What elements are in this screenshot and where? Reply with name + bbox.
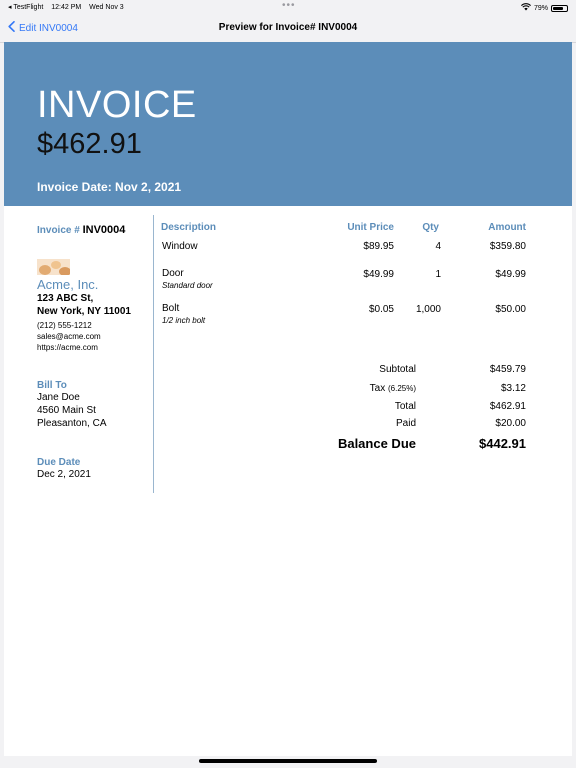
balance-due-value: $442.91 bbox=[479, 436, 526, 451]
item-unit-price: $0.05 bbox=[368, 304, 394, 315]
status-left: ◂ TestFlight 12:42 PM Wed Nov 3 bbox=[8, 3, 130, 11]
balance-due-label: Balance Due bbox=[337, 436, 416, 451]
navigation-bar: Edit INV0004 Preview for Invoice# INV000… bbox=[0, 14, 576, 43]
tax-label-group: Tax (6.25%) bbox=[370, 383, 416, 394]
header-amount: Amount bbox=[488, 222, 526, 233]
item-description: Door bbox=[162, 268, 184, 279]
company-email: sales@acme.com bbox=[37, 332, 101, 341]
item-amount: $359.80 bbox=[489, 241, 526, 252]
subtotal-label: Subtotal bbox=[379, 364, 416, 375]
tax-label: Tax bbox=[369, 383, 386, 394]
page-title: Preview for Invoice# INV0004 bbox=[218, 22, 358, 33]
tax-rate: (6.25%) bbox=[387, 384, 416, 393]
item-amount: $50.00 bbox=[495, 304, 526, 315]
item-description: Bolt bbox=[162, 303, 180, 314]
tax-value: $3.12 bbox=[500, 383, 526, 394]
item-detail: 1/2 inch bolt bbox=[162, 316, 206, 325]
bill-to-street: 4560 Main St bbox=[37, 405, 96, 416]
battery-icon bbox=[551, 4, 568, 12]
home-indicator[interactable] bbox=[199, 759, 377, 763]
company-address-line2: New York, NY 11001 bbox=[37, 306, 131, 317]
header-qty: Qty bbox=[422, 222, 439, 233]
invoice-title: INVOICE bbox=[37, 84, 197, 126]
item-amount: $49.99 bbox=[495, 269, 526, 280]
company-name: Acme, Inc. bbox=[37, 277, 99, 292]
total-label: Total bbox=[394, 401, 416, 412]
header-description: Description bbox=[161, 222, 217, 233]
item-qty: 1 bbox=[435, 269, 441, 280]
company-address-line1: 123 ABC St, bbox=[37, 293, 94, 304]
status-date: Wed Nov 3 bbox=[89, 4, 124, 11]
item-detail: Standard door bbox=[162, 281, 213, 290]
paid-label: Paid bbox=[395, 418, 416, 429]
invoice-date: Invoice Date: Nov 2, 2021 bbox=[37, 180, 182, 194]
item-unit-price: $89.95 bbox=[363, 241, 394, 252]
item-description: Window bbox=[162, 241, 198, 252]
invoice-number: Invoice # INV0004 bbox=[37, 224, 152, 236]
invoice-header: INVOICE $462.91 Invoice Date: Nov 2, 202… bbox=[4, 42, 572, 206]
status-bar: ◂ TestFlight 12:42 PM Wed Nov 3 ••• 79% bbox=[0, 0, 576, 14]
item-unit-price: $49.99 bbox=[363, 269, 394, 280]
status-time: 12:42 PM bbox=[51, 4, 82, 11]
due-date-value: Dec 2, 2021 bbox=[37, 469, 91, 480]
column-divider bbox=[153, 215, 154, 493]
header-unit-price: Unit Price bbox=[347, 222, 394, 233]
invoice-number-value: INV0004 bbox=[82, 224, 126, 236]
bill-to-name: Jane Doe bbox=[37, 392, 80, 403]
paid-value: $20.00 bbox=[495, 418, 526, 429]
invoice-number-label: Invoice # bbox=[37, 225, 80, 236]
multitasking-dots[interactable]: ••• bbox=[282, 0, 296, 11]
total-value: $462.91 bbox=[489, 401, 526, 412]
item-qty: 4 bbox=[435, 241, 441, 252]
company-phone: (212) 555-1212 bbox=[37, 321, 92, 330]
wifi-icon bbox=[521, 3, 531, 13]
bill-to-city: Pleasanton, CA bbox=[37, 418, 107, 429]
battery-percent: 79% bbox=[533, 4, 548, 12]
due-date-label: Due Date bbox=[37, 457, 81, 468]
subtotal-value: $459.79 bbox=[489, 364, 526, 375]
invoice-sidebar: Invoice # INV0004 Acme, Inc. 123 ABC St,… bbox=[37, 224, 152, 481]
company-logo bbox=[37, 259, 70, 275]
status-right: 79% bbox=[521, 3, 568, 13]
bill-to-label: Bill To bbox=[37, 380, 67, 391]
company-website: https://acme.com bbox=[37, 343, 98, 352]
carrier-label[interactable]: ◂ TestFlight bbox=[8, 4, 43, 11]
invoice-amount: $462.91 bbox=[37, 128, 142, 160]
invoice-preview[interactable]: INVOICE $462.91 Invoice Date: Nov 2, 202… bbox=[4, 42, 572, 756]
item-qty: 1,000 bbox=[415, 304, 441, 315]
